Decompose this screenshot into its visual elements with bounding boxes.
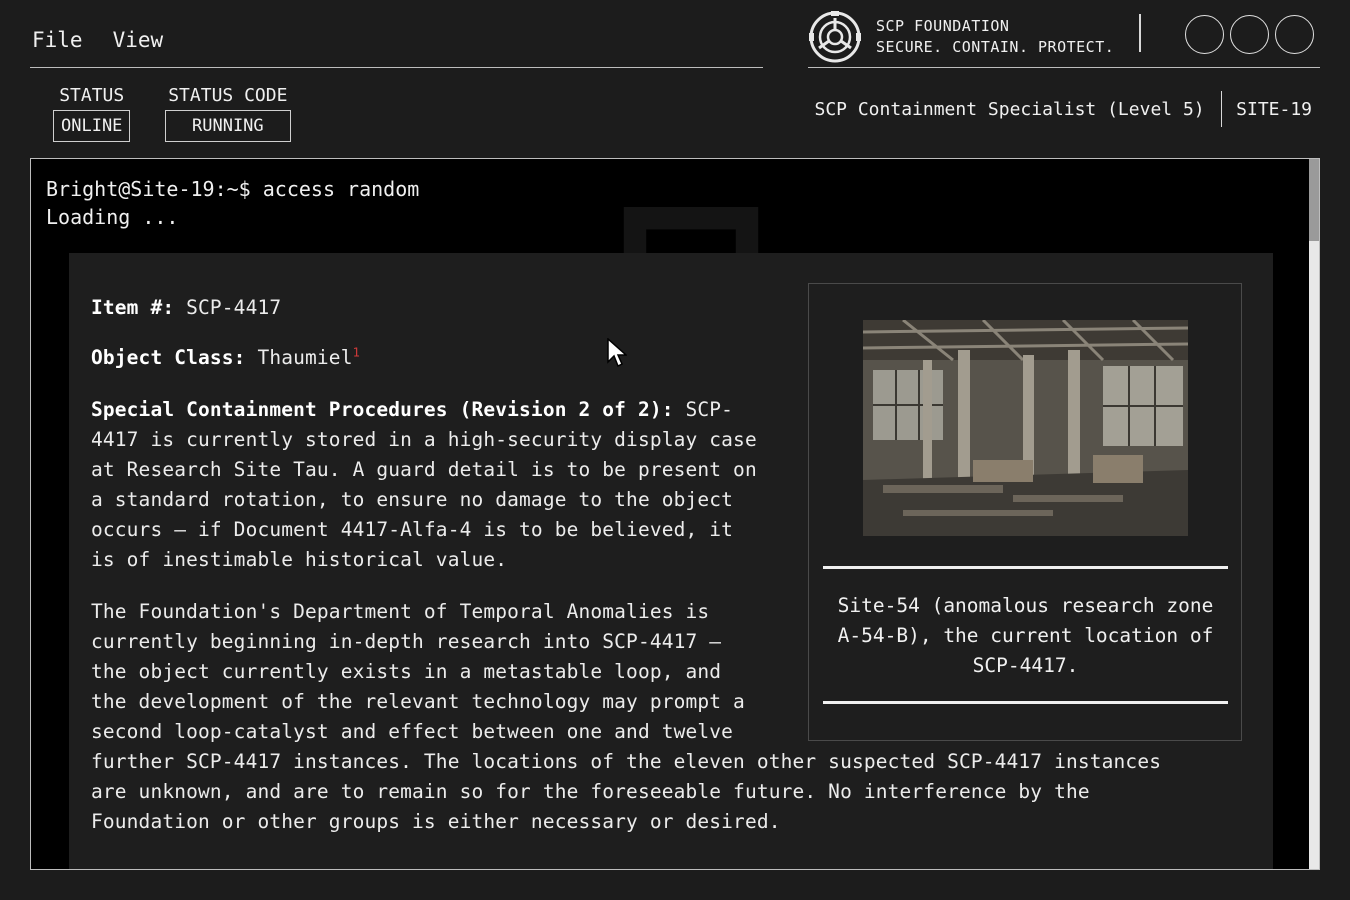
item-value: SCP-4417 <box>186 296 282 319</box>
role-title: SCP Containment Specialist (Level 5) <box>814 98 1205 120</box>
class-label: Object Class: <box>91 346 246 369</box>
footnote-link[interactable]: 1 <box>353 346 360 360</box>
status-value: ONLINE <box>53 110 131 142</box>
brand-header: SCP FOUNDATION SECURE. CONTAIN. PROTECT. <box>808 8 1320 68</box>
terminal-loading: Loading ... <box>46 205 179 229</box>
menu-bar: File View <box>30 22 763 68</box>
menu-file[interactable]: File <box>32 22 83 67</box>
brand-name: SCP FOUNDATION <box>876 17 1010 35</box>
factory-interior-image <box>863 320 1188 536</box>
terminal-scrollbar[interactable] <box>1309 159 1319 869</box>
site-photo <box>863 320 1188 536</box>
class-value: Thaumiel <box>257 346 353 369</box>
item-label: Item #: <box>91 296 175 319</box>
brand-divider <box>1139 14 1141 52</box>
mouse-cursor-icon <box>607 338 627 368</box>
image-caption: Site-54 (anomalous research zone A-54-B)… <box>837 594 1214 677</box>
window-button-2[interactable] <box>1230 15 1269 54</box>
status-group: STATUS ONLINE <box>53 84 131 142</box>
scp-label: Special Containment Procedures (Revision… <box>91 398 674 421</box>
window-button-3[interactable] <box>1275 15 1314 54</box>
status-code-value: RUNNING <box>165 110 291 142</box>
caption-rule-top <box>823 566 1228 569</box>
terminal-window[interactable]: Bright@Site-19:~$ access random Loading … <box>30 158 1320 870</box>
status-code-label: STATUS CODE <box>168 85 288 106</box>
desc-line: Foundation or other groups is either nec… <box>91 810 781 833</box>
scp-text-start: SCP- <box>685 398 734 421</box>
desc-line: further SCP-4417 instances. The location… <box>91 750 1162 773</box>
desc-line: are unknown, and are to remain so for th… <box>91 780 1090 803</box>
terminal-prompt: Bright@Site-19:~$ access random <box>46 177 420 201</box>
document-panel: Item #: SCP-4417 Object Class: Thaumiel1… <box>69 253 1273 869</box>
status-code-group: STATUS CODE RUNNING <box>165 84 291 142</box>
terminal-output: Bright@Site-19:~$ access random Loading … <box>46 175 419 231</box>
brand-motto: SECURE. CONTAIN. PROTECT. <box>876 38 1115 56</box>
site-label: SITE-19 <box>1236 98 1312 120</box>
window-button-1[interactable] <box>1185 15 1224 54</box>
role-bar: SCP Containment Specialist (Level 5) SIT… <box>814 91 1312 127</box>
status-label: STATUS <box>59 85 125 106</box>
image-block: Site-54 (anomalous research zone A-54-B)… <box>808 283 1242 741</box>
menu-view[interactable]: View <box>113 22 164 67</box>
caption-rule-bottom <box>823 701 1228 704</box>
role-divider <box>1220 91 1223 127</box>
scp-logo-icon <box>809 11 861 63</box>
brand-text: SCP FOUNDATION SECURE. CONTAIN. PROTECT. <box>876 16 1114 58</box>
scrollbar-thumb[interactable] <box>1309 159 1319 241</box>
